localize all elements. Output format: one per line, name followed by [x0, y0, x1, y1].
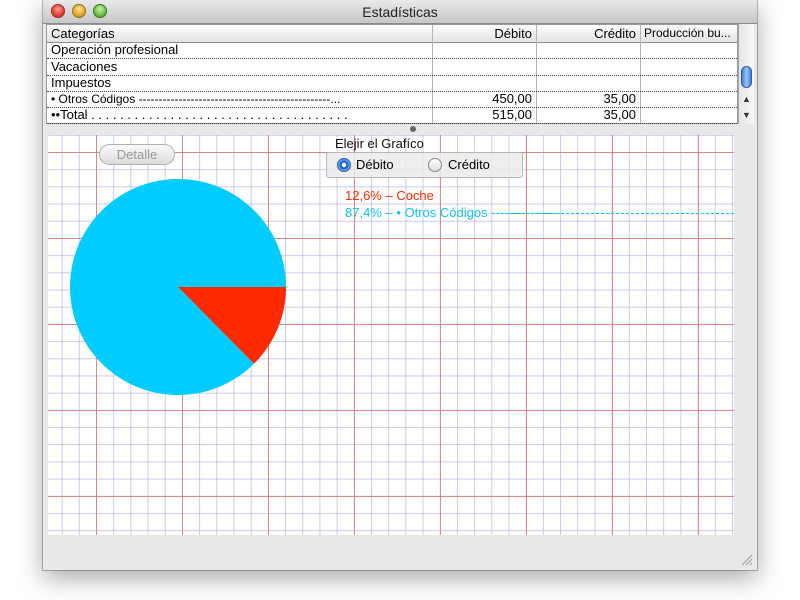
row-category: Impuestos: [51, 75, 111, 90]
choose-chart-label: Elejir el Grafíco: [335, 136, 424, 151]
column-header-credit[interactable]: Crédito: [537, 25, 636, 42]
table-row[interactable]: • Otros Códigos ------------------------…: [47, 91, 737, 108]
scroll-up-arrow-icon[interactable]: ▲: [739, 92, 754, 106]
credit-radio-label[interactable]: Crédito: [448, 157, 490, 172]
resize-grip-icon[interactable]: [739, 552, 753, 566]
chart-type-radio-group: Débito Crédito: [326, 152, 523, 178]
table-row[interactable]: Operación profesional: [47, 42, 737, 59]
column-header-production[interactable]: Producción bu...: [644, 25, 736, 42]
graph-area: Detalle Elejir el Grafíco Débito Crédito…: [48, 135, 734, 535]
scroll-down-arrow-icon[interactable]: ▼: [739, 108, 754, 122]
table-row[interactable]: Vacaciones: [47, 59, 737, 76]
table-row[interactable]: Impuestos: [47, 75, 737, 92]
title-bar[interactable]: Estadísticas: [43, 0, 757, 24]
row-category: Vacaciones: [51, 59, 118, 74]
detail-button[interactable]: Detalle: [99, 144, 175, 165]
pie-chart: [69, 179, 286, 395]
split-view-handle[interactable]: [410, 126, 416, 132]
legend-entry-coche: 12,6% – Coche: [345, 188, 434, 203]
scroll-thumb[interactable]: [741, 66, 752, 88]
row-credit: 35,00: [603, 107, 636, 122]
table-row[interactable]: ••Total . . . . . . . . . . . . . . . . …: [47, 107, 737, 124]
legend-leader-line: [506, 213, 734, 214]
table-header: Categorías Débito Crédito Producción bu.…: [47, 25, 737, 43]
statistics-table: Categorías Débito Crédito Producción bu.…: [46, 24, 738, 124]
column-header-debit[interactable]: Débito: [433, 25, 532, 42]
row-debit: 515,00: [492, 107, 532, 122]
row-credit: 35,00: [603, 91, 636, 106]
row-debit: 450,00: [492, 91, 532, 106]
row-category: • Otros Códigos ------------------------…: [51, 92, 341, 106]
row-category: ••Total . . . . . . . . . . . . . . . . …: [51, 107, 348, 122]
window-title: Estadísticas: [362, 4, 438, 20]
row-category: Operación profesional: [51, 42, 179, 57]
statistics-window: Estadísticas Categorías Débito Crédito P…: [43, 0, 757, 570]
column-header-categories[interactable]: Categorías: [51, 25, 431, 42]
debit-radio-label[interactable]: Débito: [356, 157, 394, 172]
debit-radio-button[interactable]: [337, 158, 351, 172]
table-scrollbar[interactable]: ▲ ▼: [738, 24, 754, 124]
credit-radio-button[interactable]: [428, 158, 442, 172]
